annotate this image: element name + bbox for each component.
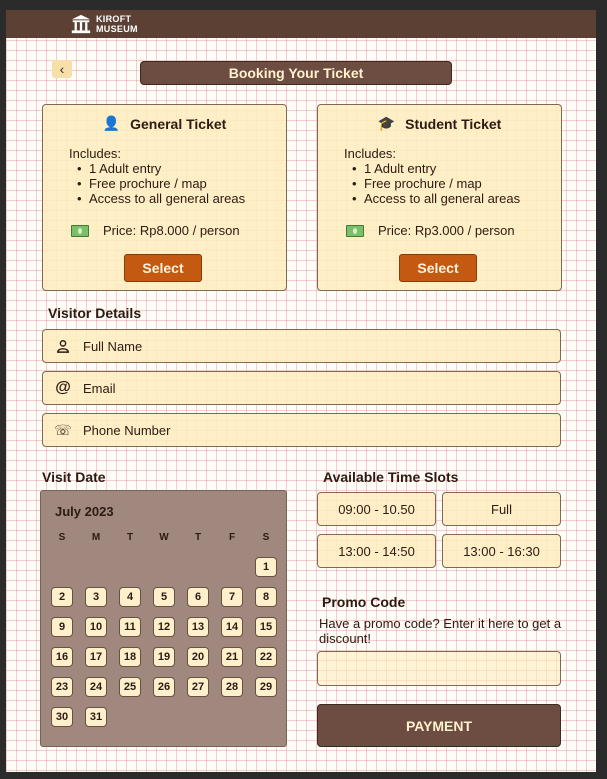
calendar-day[interactable]: 28 — [221, 677, 243, 697]
price-text: Price: Rp8.000 / person — [103, 223, 240, 238]
list-item: Free prochure / map — [77, 176, 245, 191]
calendar-day[interactable]: 17 — [85, 647, 107, 667]
calendar-day[interactable]: 9 — [51, 617, 73, 637]
person-icon: 👤 — [102, 115, 121, 131]
select-student-button[interactable]: Select — [399, 254, 477, 282]
promo-code-field[interactable] — [317, 651, 561, 686]
money-icon — [346, 224, 364, 237]
calendar-day[interactable]: 30 — [51, 707, 73, 727]
weekday-label: W — [159, 532, 169, 543]
card-title: 🎓 Student Ticket — [318, 115, 561, 132]
select-general-button[interactable]: Select — [124, 254, 202, 282]
museum-icon — [71, 14, 91, 34]
list-item: Access to all general areas — [77, 191, 245, 206]
promo-description: Have a promo code? Enter it here to get … — [319, 616, 562, 646]
calendar-day[interactable]: 26 — [153, 677, 175, 697]
page-title: Booking Your Ticket — [140, 61, 452, 85]
person-icon — [43, 339, 83, 353]
calendar-day[interactable]: 25 — [119, 677, 141, 697]
includes-label: Includes: — [344, 146, 397, 161]
email-input[interactable] — [83, 380, 543, 396]
list-item: Free prochure / map — [352, 176, 520, 191]
calendar-day[interactable]: 21 — [221, 647, 243, 667]
logo-text: KIROFT MUSEUM — [96, 14, 138, 34]
time-slot[interactable]: 13:00 - 16:30 — [442, 534, 561, 568]
graduation-cap-icon: 🎓 — [377, 115, 396, 131]
calendar-day[interactable]: 16 — [51, 647, 73, 667]
calendar-day[interactable]: 24 — [85, 677, 107, 697]
list-item: Access to all general areas — [352, 191, 520, 206]
card-title-text: Student Ticket — [405, 115, 502, 132]
calendar-day[interactable]: 12 — [153, 617, 175, 637]
museum-logo[interactable]: KIROFT MUSEUM — [70, 13, 138, 35]
calendar-day[interactable]: 8 — [255, 587, 277, 607]
phone-icon: ☏ — [54, 421, 72, 438]
weekday-label: F — [228, 532, 236, 543]
includes-list: 1 Adult entry Free prochure / map Access… — [352, 161, 520, 206]
time-slots-title: Available Time Slots — [323, 469, 459, 485]
list-item: 1 Adult entry — [352, 161, 520, 176]
calendar-day[interactable]: 15 — [255, 617, 277, 637]
time-slot[interactable]: 13:00 - 14:50 — [317, 534, 436, 568]
calendar-day[interactable]: 20 — [187, 647, 209, 667]
email-field[interactable]: @ — [42, 371, 561, 405]
calendar-day[interactable]: 5 — [153, 587, 175, 607]
student-ticket-card: 🎓 Student Ticket Includes: 1 Adult entry… — [317, 104, 562, 291]
calendar-day[interactable]: 6 — [187, 587, 209, 607]
calendar-day[interactable]: 22 — [255, 647, 277, 667]
calendar-day[interactable]: 18 — [119, 647, 141, 667]
card-title-text: General Ticket — [130, 115, 227, 132]
calendar-day[interactable]: 11 — [119, 617, 141, 637]
app-frame: KIROFT MUSEUM ‹ Booking Your Ticket 👤 Ge… — [6, 10, 596, 772]
calendar-day[interactable]: 27 — [187, 677, 209, 697]
phone-input[interactable] — [83, 422, 543, 438]
promo-code-input[interactable] — [318, 652, 560, 685]
calendar-month: July 2023 — [55, 504, 114, 519]
weekday-label: T — [194, 532, 202, 543]
card-title: 👤 General Ticket — [43, 115, 286, 132]
logo-line-2: MUSEUM — [96, 24, 138, 34]
calendar-day[interactable]: 29 — [255, 677, 277, 697]
money-icon — [71, 224, 89, 237]
visitor-details-title: Visitor Details — [48, 305, 142, 321]
calendar-day[interactable]: 10 — [85, 617, 107, 637]
calendar-day[interactable]: 19 — [153, 647, 175, 667]
phone-field[interactable]: ☏ — [42, 413, 561, 447]
includes-label: Includes: — [69, 146, 122, 161]
list-item: 1 Adult entry — [77, 161, 245, 176]
promo-code-title: Promo Code — [322, 594, 406, 610]
calendar-day[interactable]: 13 — [187, 617, 209, 637]
visit-date-title: Visit Date — [42, 469, 106, 485]
time-slot[interactable]: Full — [442, 492, 561, 526]
price-row: Price: Rp8.000 / person — [71, 223, 240, 238]
full-name-input[interactable] — [83, 338, 543, 354]
weekday-label: T — [126, 532, 134, 543]
price-text: Price: Rp3.000 / person — [378, 223, 515, 238]
calendar-day[interactable]: 2 — [51, 587, 73, 607]
weekday-label: M — [91, 532, 101, 543]
calendar-day[interactable]: 23 — [51, 677, 73, 697]
logo-line-1: KIROFT — [96, 14, 132, 24]
weekday-label: S — [262, 532, 270, 543]
full-name-field[interactable] — [42, 329, 561, 363]
calendar: July 2023 S M T W T F S 1 2 3 4 5 6 7 8 9 10 11 12 1… — [40, 490, 287, 747]
calendar-day[interactable]: 3 — [85, 587, 107, 607]
includes-list: 1 Adult entry Free prochure / map Access… — [77, 161, 245, 206]
at-icon: @ — [55, 379, 71, 396]
calendar-day[interactable]: 14 — [221, 617, 243, 637]
time-slot[interactable]: 09:00 - 10.50 — [317, 492, 436, 526]
calendar-day[interactable]: 7 — [221, 587, 243, 607]
general-ticket-card: 👤 General Ticket Includes: 1 Adult entry… — [42, 104, 287, 291]
back-button[interactable]: ‹ — [52, 60, 72, 78]
calendar-day[interactable]: 31 — [85, 707, 107, 727]
chevron-left-icon: ‹ — [59, 61, 65, 77]
calendar-day[interactable]: 4 — [119, 587, 141, 607]
payment-button[interactable]: PAYMENT — [317, 704, 561, 747]
top-bar: KIROFT MUSEUM — [6, 10, 596, 38]
calendar-day[interactable]: 1 — [255, 557, 277, 577]
weekday-label: S — [58, 532, 66, 543]
price-row: Price: Rp3.000 / person — [346, 223, 515, 238]
